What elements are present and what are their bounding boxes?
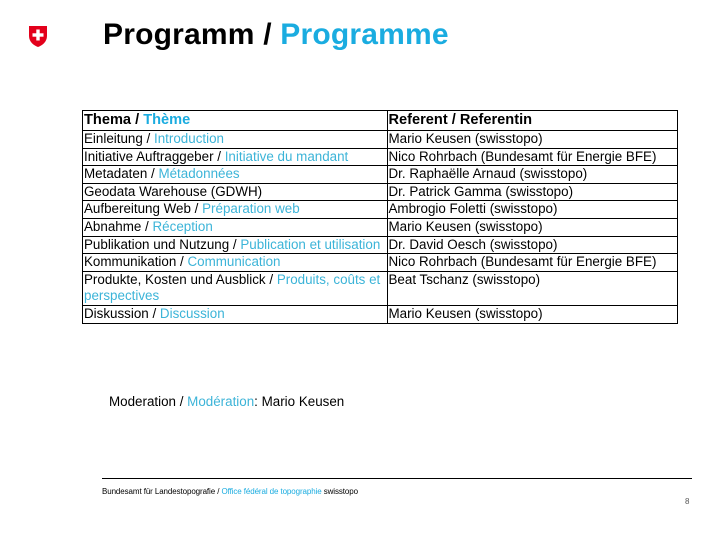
- header-topic-de: Thema: [84, 112, 132, 128]
- topic-fr: Communication: [187, 254, 281, 270]
- topic-de: Geodata Warehouse (GDWH): [84, 183, 263, 199]
- table-row: Abnahme / Réception Mario Keusen (swissto…: [82, 217, 678, 237]
- topic-fr: Réception: [152, 218, 213, 234]
- header-topic-fr: Thème: [143, 112, 191, 128]
- table-row: Kommunikation / Communication Nico Rohrba…: [82, 253, 678, 272]
- page-title: Programm / Programme: [103, 18, 449, 52]
- topic-sep: /: [142, 131, 154, 146]
- speaker-cell: Ambrogio Foletti (swisstopo): [386, 200, 678, 219]
- moderation-colon: :: [254, 394, 262, 409]
- topic-cell: Abnahme / Réception: [82, 217, 388, 237]
- footer-organization: Bundesamt für Landestopografie / Office …: [102, 487, 358, 496]
- title-separator: /: [254, 18, 281, 51]
- topic-sep: /: [190, 201, 203, 217]
- speaker-cell: Mario Keusen (swisstopo): [386, 304, 678, 324]
- speaker-cell: Mario Keusen (swisstopo): [386, 217, 678, 237]
- topic-cell: Diskussion / Discussion: [82, 304, 388, 324]
- speaker-cell: Dr. Raphaëlle Arnaud (swisstopo): [386, 165, 678, 184]
- topic-cell: Publikation und Nutzung / Publication et…: [82, 235, 388, 255]
- topic-fr: Préparation web: [202, 201, 300, 217]
- table-row: Diskussion / Discussion Mario Keusen (swi…: [82, 304, 678, 324]
- column-header-speaker: Referent / Referentin: [386, 110, 678, 131]
- footer-org-fr: Office fédéral de topographie: [221, 487, 322, 496]
- footer-divider: [102, 478, 692, 479]
- moderation-label-fr: Modération: [187, 394, 255, 409]
- table-row: Aufbereitung Web / Préparation web Ambrog…: [82, 200, 678, 219]
- moderator-name: Mario Keusen: [261, 394, 345, 409]
- topic-de: Publikation und Nutzung: [84, 236, 230, 252]
- topic-sep: /: [213, 148, 225, 164]
- moderation-label-de: Moderation: [109, 394, 176, 409]
- footer-brand: swisstopo: [321, 487, 358, 496]
- topic-fr: Initiative du mandant: [224, 148, 349, 164]
- topic-sep: /: [265, 271, 277, 287]
- topic-cell: Einleitung / Introduction: [82, 130, 388, 149]
- topic-fr: Discussion: [159, 305, 225, 321]
- topic-cell: Kommunikation / Communication: [82, 253, 388, 272]
- table-row: Einleitung / Introduction Mario Keusen (s…: [82, 130, 678, 149]
- table-row: Publikation und Nutzung / Publication et…: [82, 235, 678, 255]
- topic-cell: Geodata Warehouse (GDWH): [82, 182, 388, 202]
- topic-fr: Publication et utilisation: [240, 236, 381, 252]
- header-topic-sep: /: [131, 112, 144, 128]
- topic-de: Einleitung: [84, 131, 143, 146]
- topic-sep: /: [229, 236, 241, 252]
- topic-cell: Produkte, Kosten und Ausblick / Produits…: [82, 270, 388, 306]
- page-number: 8: [685, 497, 690, 506]
- speaker-cell: Dr. David Oesch (swisstopo): [386, 235, 678, 255]
- topic-cell: Aufbereitung Web / Préparation web: [82, 200, 388, 219]
- topic-sep: /: [148, 305, 160, 321]
- topic-cell: Initiative Auftraggeber / Initiative du …: [82, 147, 388, 167]
- topic-cell: Metadaten / Métadonnées: [82, 165, 388, 184]
- speaker-cell: Mario Keusen (swisstopo): [386, 130, 678, 149]
- footer-org-de: Bundesamt für Landestopografie: [102, 487, 216, 496]
- moderation-sep: /: [176, 394, 188, 409]
- topic-de: Kommunikation: [84, 254, 177, 270]
- title-fr: Programme: [280, 18, 449, 51]
- swiss-coat-of-arms-icon: [29, 26, 47, 47]
- moderation-note: Moderation / Modération: Mario Keusen: [109, 394, 344, 409]
- topic-de: Metadaten: [84, 166, 148, 182]
- table-row: Initiative Auftraggeber / Initiative du …: [82, 147, 678, 167]
- table-row: Metadaten / Métadonnées Dr. Raphaëlle Arn…: [82, 165, 678, 184]
- topic-fr: Introduction: [154, 131, 224, 146]
- topic-de: Aufbereitung Web: [84, 201, 191, 217]
- topic-de: Initiative Auftraggeber: [84, 148, 214, 164]
- topic-de: Diskussion: [84, 305, 149, 321]
- topic-fr: Métadonnées: [158, 166, 240, 182]
- table-row: Geodata Warehouse (GDWH) Dr. Patrick Gamm…: [82, 182, 678, 202]
- speaker-cell: Dr. Patrick Gamma (swisstopo): [386, 182, 678, 202]
- topic-de: Produkte, Kosten und Ausblick: [84, 271, 266, 287]
- table-header-row: Thema / Thème Referent / Referentin: [82, 110, 678, 131]
- topic-sep: /: [141, 218, 153, 234]
- speaker-cell: Nico Rohrbach (Bundesamt für Energie BFE…: [386, 253, 678, 272]
- table-row: Produkte, Kosten und Ausblick / Produits…: [82, 270, 678, 306]
- speaker-cell: Beat Tschanz (swisstopo): [386, 270, 678, 306]
- speaker-cell: Nico Rohrbach (Bundesamt für Energie BFE…: [386, 147, 678, 167]
- topic-sep: /: [147, 166, 159, 182]
- program-table: Thema / Thème Referent / Referentin Einl…: [82, 110, 678, 324]
- title-de: Programm: [103, 18, 255, 51]
- topic-de: Abnahme: [84, 218, 142, 234]
- topic-sep: /: [176, 254, 188, 270]
- column-header-topic: Thema / Thème: [82, 110, 388, 131]
